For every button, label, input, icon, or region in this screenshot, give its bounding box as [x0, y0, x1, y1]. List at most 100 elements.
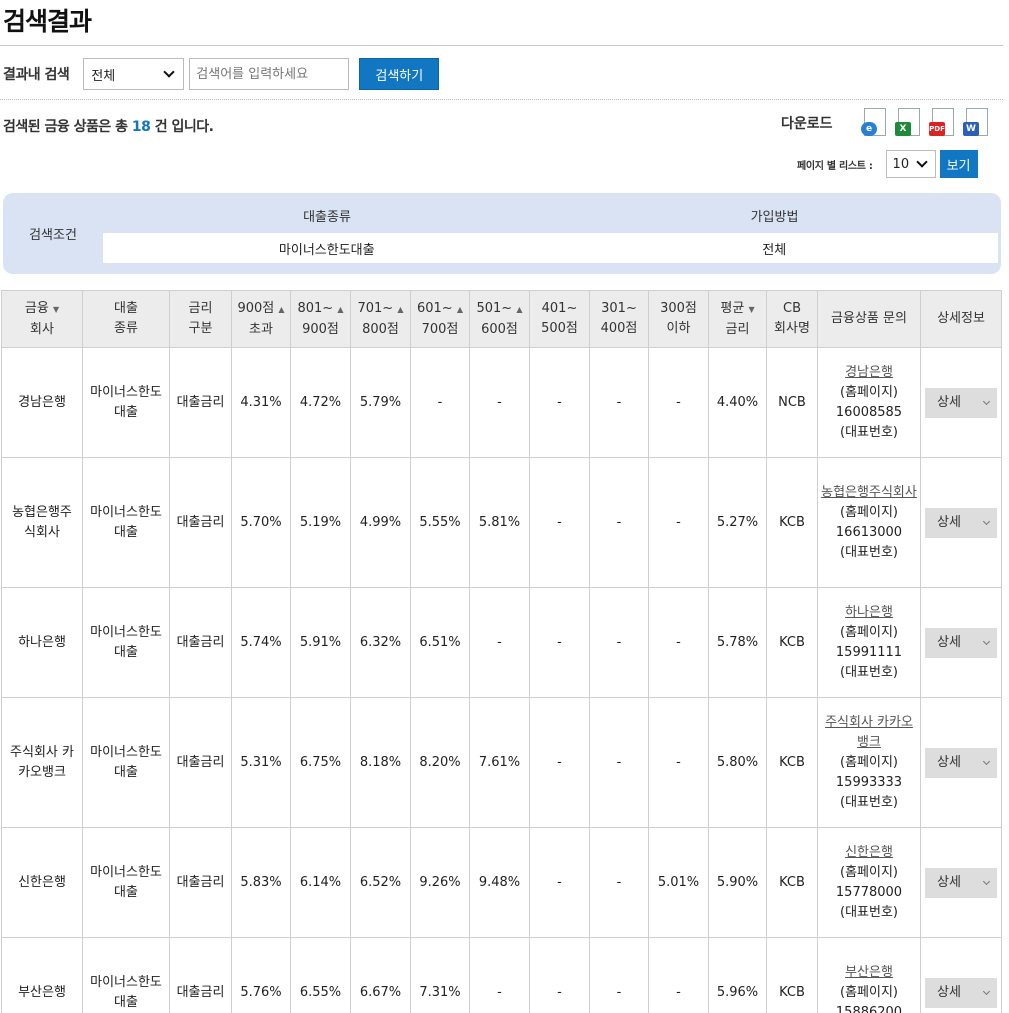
cb-cell: NCB — [766, 347, 818, 458]
phone-number: 16613000 — [835, 524, 903, 540]
phone-number: 15778000 — [835, 884, 903, 900]
sort-arrow-icon[interactable]: ▲ — [278, 305, 284, 314]
col-header-line1: 301~ — [601, 301, 637, 316]
r601-cell: 6.51% — [410, 587, 470, 698]
col-header-line1: 801~ — [297, 300, 334, 316]
search-scope-value: 전체 — [91, 68, 116, 84]
col-header-801-900[interactable]: 801~ ▲ 900점 — [290, 290, 351, 348]
loan-type-cell: 마이너스한도 대출 — [82, 827, 170, 938]
r501-cell: 9.48% — [469, 827, 530, 938]
r900-cell: 5.31% — [231, 697, 291, 828]
r900-cell: 5.74% — [231, 587, 291, 698]
detail-button[interactable]: 상세 — [925, 747, 997, 778]
r401-cell: - — [529, 457, 590, 588]
r801-cell: 5.19% — [290, 457, 351, 588]
detail-button[interactable]: 상세 — [925, 867, 997, 898]
r301-cell: - — [589, 937, 649, 1013]
col-header-line2: 500점 — [541, 321, 578, 336]
inquiry-cell: 경남은행 (홈페이지) 16008585 (대표번호) — [817, 347, 921, 458]
col-header-line2: 이하 — [666, 321, 691, 336]
col-header-line1: 금리 — [188, 301, 213, 316]
phone-number: 15991111 — [835, 644, 903, 660]
bank-homepage-link[interactable]: 경남은행 — [845, 365, 893, 380]
page-size-select[interactable]: 10 — [885, 150, 936, 178]
ie-icon[interactable]: e — [859, 106, 891, 138]
condition-values: 마이너스한도대출 전체 — [103, 233, 998, 263]
r401-cell: - — [529, 587, 590, 698]
inquiry-cell: 농협은행주식회사 (홈페이지) 16613000 (대표번호) — [817, 457, 921, 588]
r900-cell: 5.70% — [231, 457, 291, 588]
bank-homepage-link[interactable]: 부산은행 — [845, 965, 893, 980]
col-header-company[interactable]: 금융 ▼ 회사 — [1, 290, 83, 348]
rate-type-cell: 대출금리 — [169, 937, 232, 1013]
company-cell: 주식회사 카 카오뱅크 — [1, 697, 83, 828]
company-cell: 신한은행 — [1, 827, 83, 938]
search-input[interactable] — [189, 58, 350, 90]
r501-cell: - — [469, 937, 530, 1013]
detail-button[interactable]: 상세 — [925, 977, 997, 1008]
sort-arrow-icon[interactable]: ▲ — [516, 305, 522, 314]
col-header-line2: 구분 — [188, 321, 213, 336]
col-header-line1: 금융 — [24, 300, 49, 316]
avg-cell: 5.78% — [708, 587, 767, 698]
cb-cell: KCB — [766, 937, 818, 1013]
homepage-label: (홈페이지) — [840, 754, 898, 770]
condition-header-join-method: 가입방법 — [750, 210, 799, 225]
col-header-avg-rate[interactable]: 평균 ▼ 금리 — [708, 290, 767, 348]
search-divider — [0, 99, 1003, 100]
col-header-900-over[interactable]: 900점 ▲ 초과 — [231, 290, 291, 348]
detail-button[interactable]: 상세 — [925, 507, 997, 538]
word-icon[interactable]: W — [961, 106, 993, 138]
r601-cell: 7.31% — [410, 937, 470, 1013]
result-count-suffix: 건 입니다. — [150, 119, 214, 135]
col-header-601-700[interactable]: 601~ ▲ 700점 — [410, 290, 470, 348]
view-button[interactable]: 보기 — [939, 150, 978, 178]
chevron-down-icon — [982, 637, 991, 645]
avg-cell: 4.40% — [708, 347, 767, 458]
r401-cell: - — [529, 827, 590, 938]
search-bar: 결과내 검색 전체 검색하기 — [3, 58, 440, 90]
r701-cell: 8.18% — [350, 697, 411, 828]
col-header-line1: 상세정보 — [937, 311, 985, 326]
col-header-line2: 금리 — [725, 321, 750, 337]
col-header-501-600[interactable]: 501~ ▲ 600점 — [469, 290, 530, 348]
r401-cell: - — [529, 697, 590, 828]
table-row: 주식회사 카 카오뱅크 마이너스한도 대출 대출금리 5.31% 6.75% 8.18% 8… — [1, 697, 1002, 828]
rate-type-cell: 대출금리 — [169, 457, 232, 588]
bank-homepage-link[interactable]: 주식회사 카카오뱅크 — [825, 715, 913, 750]
col-header-701-800[interactable]: 701~ ▲ 800점 — [350, 290, 411, 348]
r301-cell: - — [589, 827, 649, 938]
sort-arrow-icon[interactable]: ▲ — [457, 305, 463, 314]
sort-arrow-icon[interactable]: ▲ — [397, 305, 403, 314]
chevron-down-icon — [915, 155, 928, 168]
detail-button[interactable]: 상세 — [925, 387, 997, 418]
cb-cell: KCB — [766, 827, 818, 938]
download-icons: e X PDF W — [859, 106, 993, 138]
excel-icon[interactable]: X — [893, 106, 925, 138]
homepage-label: (홈페이지) — [840, 864, 898, 880]
col-header-line1: 401~ — [541, 301, 578, 316]
r501-cell: 7.61% — [469, 697, 530, 828]
bank-homepage-link[interactable]: 농협은행주식회사 — [821, 485, 917, 500]
col-header-line2: 초과 — [249, 321, 273, 337]
search-button[interactable]: 검색하기 — [359, 58, 440, 90]
sort-arrow-icon[interactable]: ▼ — [53, 305, 59, 314]
sort-arrow-icon[interactable]: ▲ — [337, 305, 343, 314]
cb-cell: KCB — [766, 587, 818, 698]
sort-arrow-icon[interactable]: ▼ — [748, 305, 754, 314]
result-count: 검색된 금융 상품은 총 18 건 입니다. — [3, 116, 214, 136]
phone-number: 15886200 — [835, 1004, 903, 1013]
search-scope-select[interactable]: 전체 — [83, 58, 185, 90]
phone-number: 15993333 — [835, 774, 903, 790]
avg-cell: 5.90% — [708, 827, 767, 938]
col-header-line2: 종류 — [114, 321, 138, 336]
pdf-icon[interactable]: PDF — [927, 106, 959, 138]
r501-cell: 5.81% — [469, 457, 530, 588]
r701-cell: 4.99% — [350, 457, 411, 588]
bank-homepage-link[interactable]: 하나은행 — [845, 605, 893, 620]
detail-label: 상세 — [937, 874, 961, 890]
col-header-line2: 회사명 — [774, 321, 810, 336]
rate-type-cell: 대출금리 — [169, 697, 232, 828]
detail-button[interactable]: 상세 — [925, 627, 997, 658]
bank-homepage-link[interactable]: 신한은행 — [845, 845, 893, 860]
